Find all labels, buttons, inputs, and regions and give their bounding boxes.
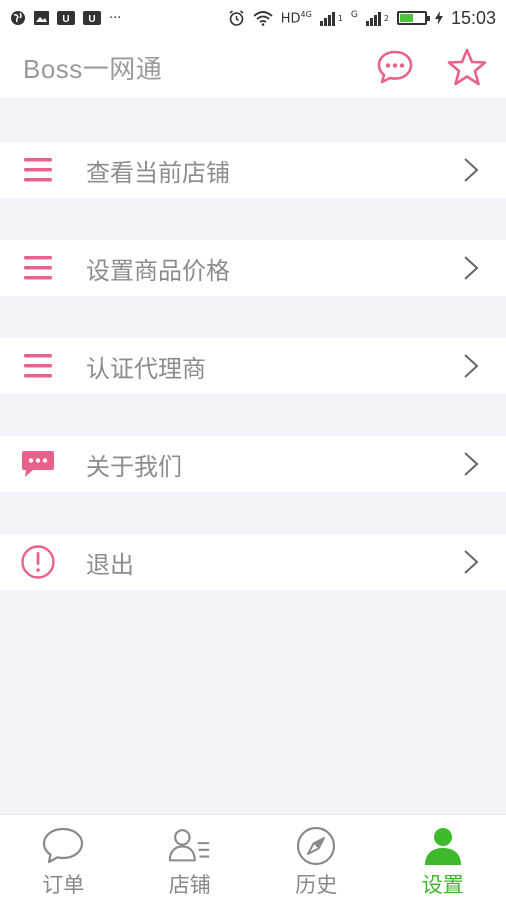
menu-item-label: 认证代理商	[86, 354, 206, 383]
status-ellipsis: ···	[109, 10, 122, 26]
chevron-right-icon	[460, 547, 482, 577]
battery-level	[399, 14, 414, 22]
nav-label: 设置	[421, 873, 464, 897]
network-4g-label: 4G	[300, 9, 312, 19]
menu-item-set-price[interactable]: 设置商品价格	[0, 240, 506, 296]
signal-icon: 1	[319, 10, 343, 26]
u-app-icon: U	[57, 11, 75, 25]
nav-tab-history[interactable]: 历史	[253, 815, 380, 900]
svg-text:U: U	[88, 14, 95, 25]
menu-item-label: 查看当前店铺	[86, 158, 230, 187]
sim1-label: 1	[337, 13, 343, 23]
status-bar: U U ··· HD4G 1 G 2 15:03	[0, 0, 506, 36]
globe-icon	[10, 10, 26, 26]
header-actions	[376, 47, 488, 87]
app-title: Boss一网通	[23, 53, 163, 84]
message-icon	[20, 446, 56, 482]
alert-icon	[20, 544, 56, 580]
hd-label: HD4G	[280, 9, 312, 27]
bottom-nav: 订单 店铺 历史 设置	[0, 814, 506, 900]
compass-icon	[293, 825, 339, 867]
chevron-right-icon	[460, 253, 482, 283]
menu-item-label: 关于我们	[86, 452, 182, 481]
menu-item-about-us[interactable]: 关于我们	[0, 436, 506, 492]
list-icon	[20, 250, 56, 286]
menu-item-label: 退出	[86, 550, 134, 579]
svg-text:U: U	[62, 14, 69, 25]
charging-icon	[434, 11, 443, 25]
app-header: Boss一网通	[0, 36, 506, 98]
chat-bubble-icon	[40, 825, 86, 867]
image-icon	[34, 11, 49, 25]
menu-item-view-store[interactable]: 查看当前店铺	[0, 142, 506, 198]
alarm-icon	[228, 9, 245, 27]
status-time: 15:03	[450, 7, 496, 28]
nav-label: 订单	[42, 873, 85, 897]
sim2-label: 2	[383, 13, 389, 23]
nav-tab-store[interactable]: 店铺	[127, 815, 254, 900]
chevron-right-icon	[460, 351, 482, 381]
status-right: HD4G 1 G 2 15:03	[228, 8, 496, 29]
battery-icon	[396, 11, 430, 25]
network-g-label: G	[350, 9, 358, 20]
nav-label: 历史	[295, 873, 338, 897]
nav-tab-orders[interactable]: 订单	[0, 815, 127, 900]
user-list-icon	[167, 825, 213, 867]
menu-item-certify-agent[interactable]: 认证代理商	[0, 338, 506, 394]
list-icon	[20, 348, 56, 384]
signal-icon: 2	[365, 10, 389, 26]
list-icon	[20, 152, 56, 188]
nav-tab-settings[interactable]: 设置	[380, 815, 506, 900]
chevron-right-icon	[460, 449, 482, 479]
chevron-right-icon	[460, 155, 482, 185]
u-app-icon: U	[83, 11, 101, 25]
menu-item-logout[interactable]: 退出	[0, 534, 506, 590]
menu-item-label: 设置商品价格	[86, 256, 230, 285]
status-left: U U ···	[10, 10, 121, 26]
star-icon[interactable]	[446, 47, 488, 87]
chat-icon[interactable]	[376, 49, 414, 85]
nav-label: 店铺	[168, 873, 211, 897]
wifi-icon	[253, 10, 273, 26]
person-icon	[420, 825, 466, 867]
